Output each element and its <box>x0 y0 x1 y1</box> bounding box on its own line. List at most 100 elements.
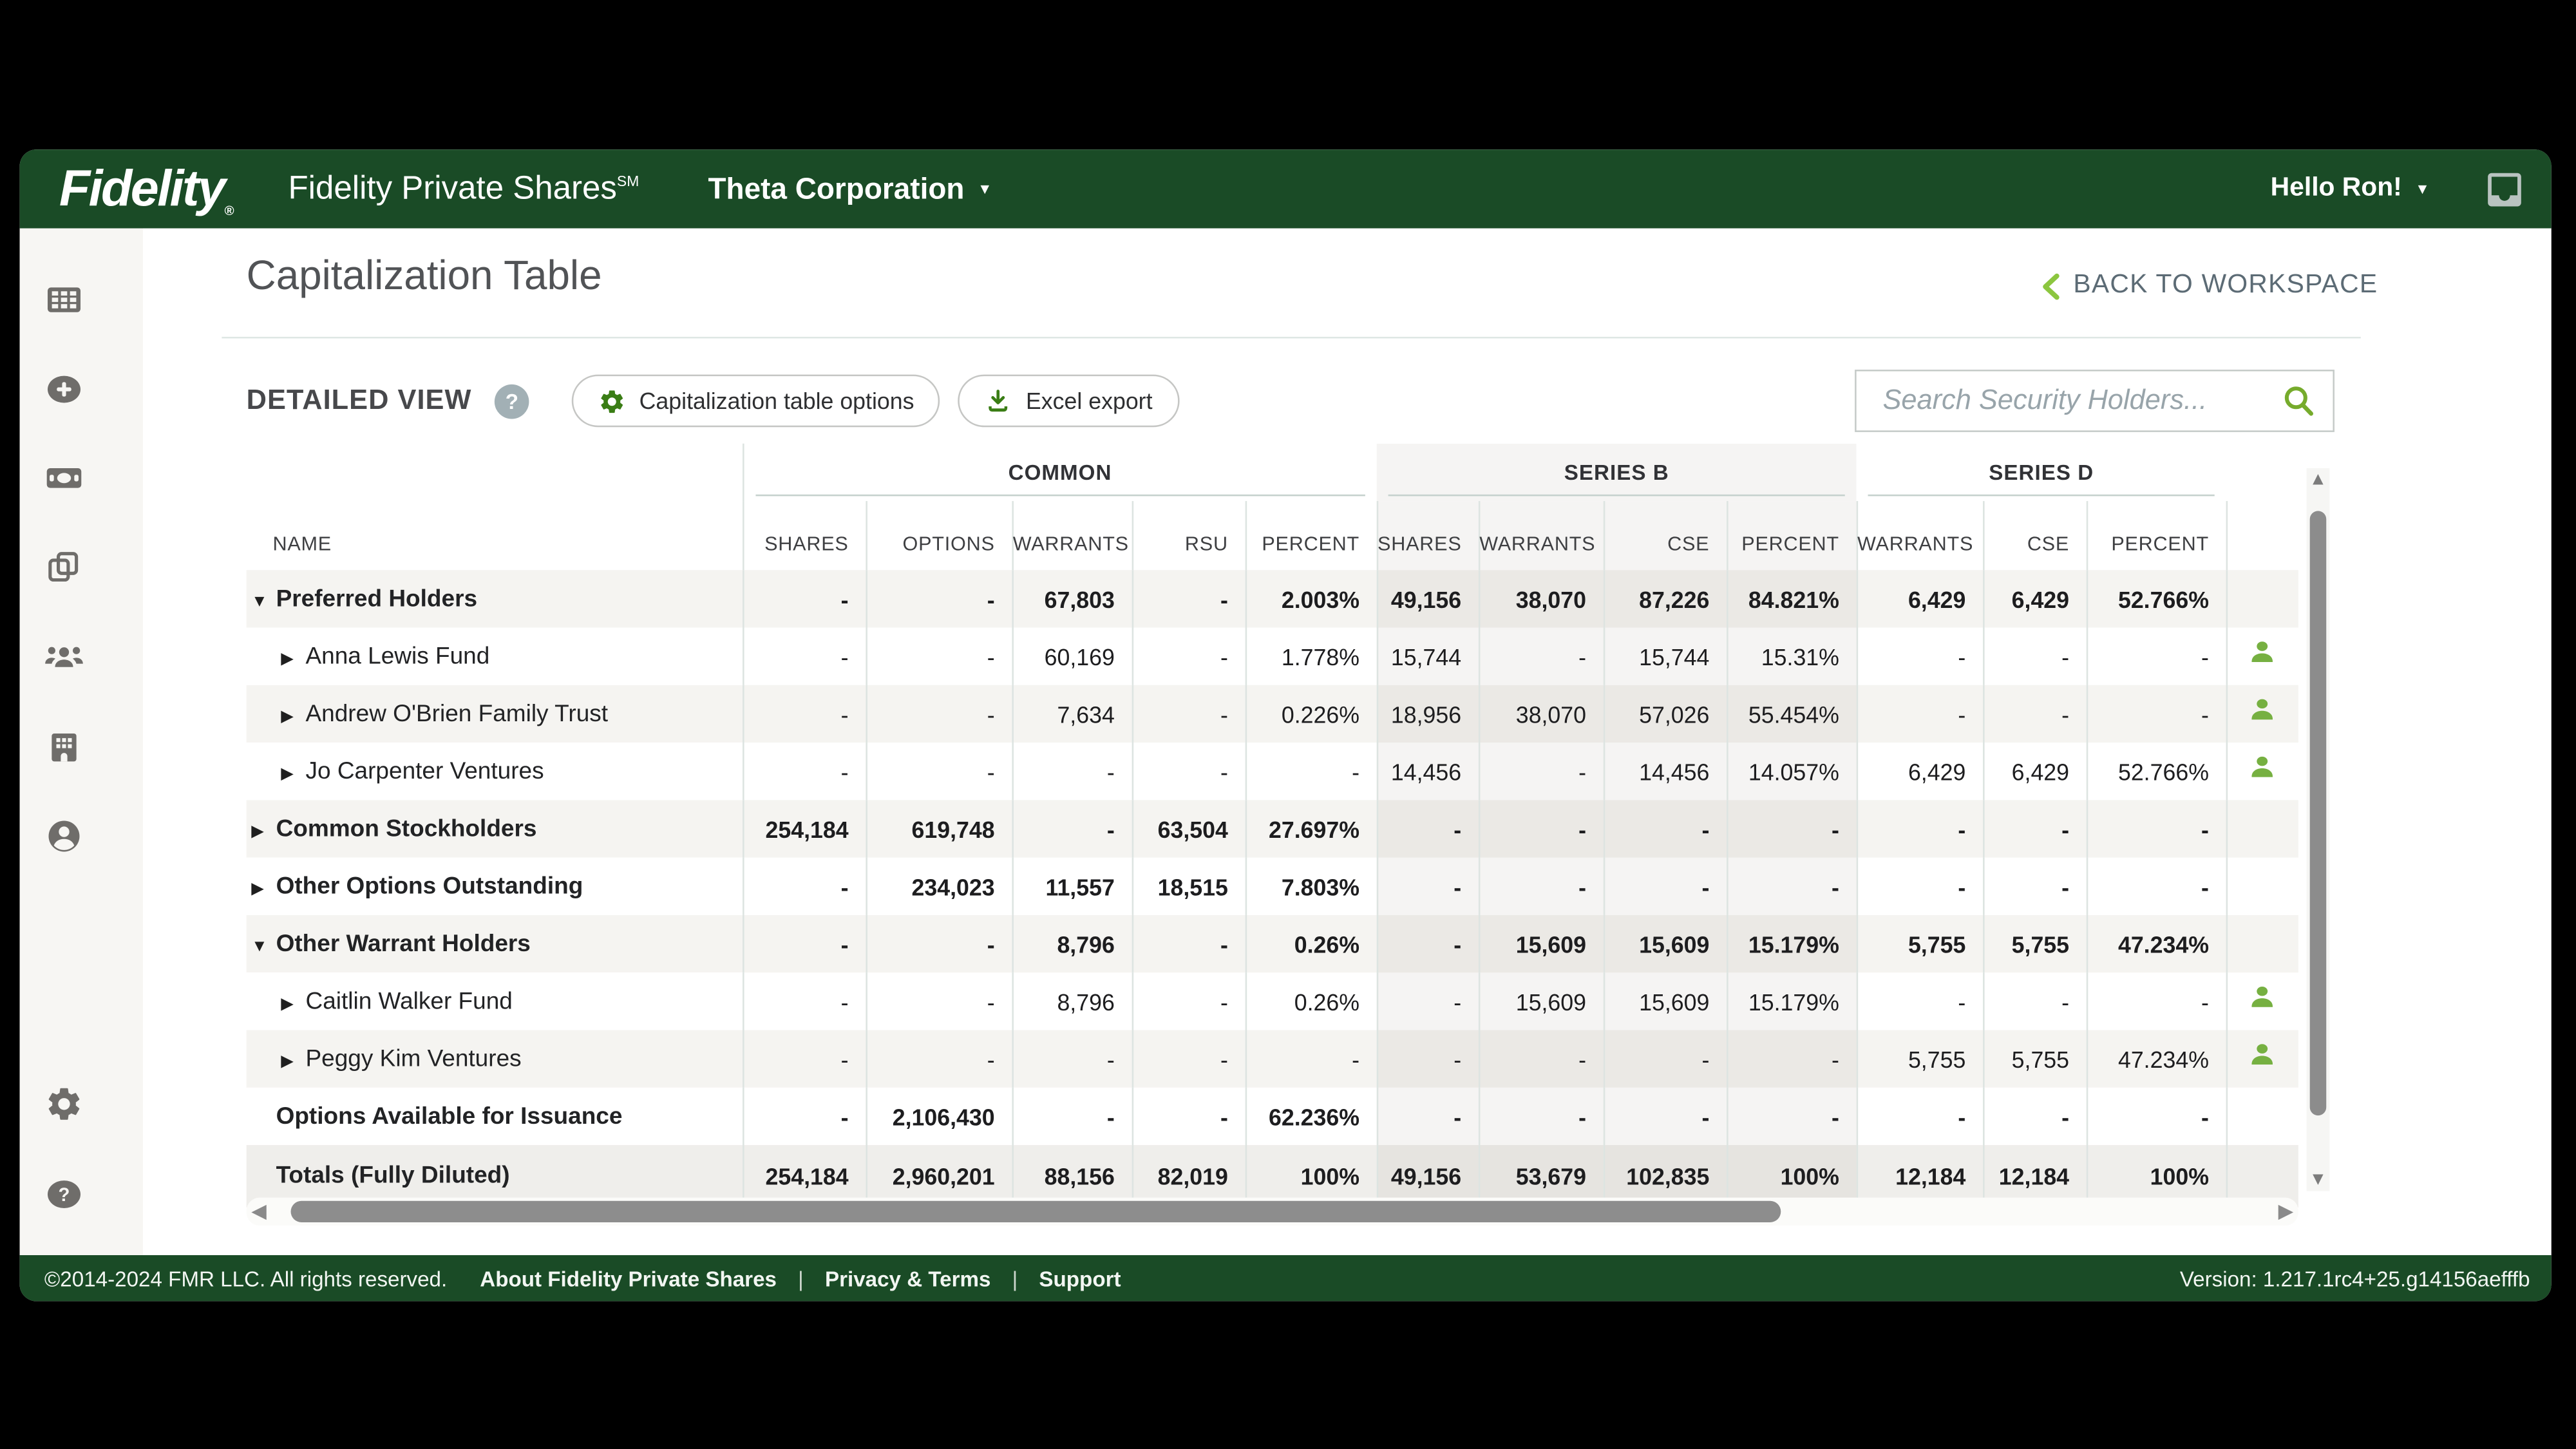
expand-arrow-icon[interactable]: ▶ <box>281 707 305 725</box>
value-cell: - <box>1132 743 1245 800</box>
value-cell: - <box>2087 685 2226 743</box>
row-name-label: Common Stockholders <box>276 816 537 842</box>
expand-arrow-icon[interactable]: ▶ <box>251 822 276 840</box>
cap-table-options-button[interactable]: Capitalization table options <box>572 375 940 428</box>
sidebar-item-building-icon[interactable] <box>43 726 85 769</box>
registered-mark: ® <box>224 204 232 218</box>
value-cell: 6,429 <box>1857 570 1983 627</box>
row-name-cell: ▶Options Available for Issuance <box>247 1088 743 1145</box>
value-cell: 15,609 <box>1479 972 1604 1030</box>
main-content: Capitalization Table BACK TO WORKSPACE D… <box>143 229 2552 1255</box>
value-cell: - <box>1604 800 1727 857</box>
user-menu[interactable]: Hello Ron! ▼ <box>2260 173 2439 205</box>
person-icon[interactable] <box>2248 752 2278 782</box>
search-icon[interactable] <box>2280 383 2316 419</box>
row-name-label: Preferred Holders <box>276 585 477 612</box>
column-header <box>2226 501 2298 570</box>
value-cell: - <box>1857 972 1983 1030</box>
holder-icon-cell <box>2226 1088 2298 1145</box>
separator: | <box>1012 1266 1018 1291</box>
value-cell: 15.31% <box>1727 627 1857 685</box>
vertical-scroll-thumb[interactable] <box>2310 511 2327 1115</box>
sidebar-item-copy-documents-icon[interactable] <box>43 545 85 588</box>
value-cell: - <box>1377 858 1479 915</box>
app-window: Fidelity® Fidelity Private SharesSM Thet… <box>20 149 2552 1301</box>
back-to-workspace-link[interactable]: BACK TO WORKSPACE <box>2042 271 2378 301</box>
collapse-arrow-icon[interactable]: ▼ <box>251 592 276 611</box>
column-header: WARRANTS <box>1857 501 1983 570</box>
value-cell: 15,609 <box>1479 915 1604 972</box>
sidebar-item-gear-icon[interactable] <box>43 1083 85 1125</box>
value-cell: - <box>1857 1088 1983 1145</box>
horizontal-scroll-thumb[interactable] <box>291 1201 1781 1222</box>
holder-icon-cell <box>2226 627 2298 685</box>
scroll-left-arrow-icon[interactable]: ◀ <box>251 1199 267 1224</box>
expand-arrow-icon[interactable]: ▶ <box>281 1052 305 1070</box>
value-cell: - <box>1727 858 1857 915</box>
holder-icon-cell <box>2226 858 2298 915</box>
value-cell: 0.26% <box>1245 915 1377 972</box>
column-header-row: NAMESHARESOPTIONSWARRANTSRSUPERCENTSHARE… <box>247 501 2298 570</box>
expand-arrow-icon[interactable]: ▶ <box>281 650 305 668</box>
value-cell: - <box>1377 800 1479 857</box>
sidebar-item-person-circle-icon[interactable] <box>43 815 85 857</box>
value-cell: 5,755 <box>1983 1030 2087 1087</box>
collapse-arrow-icon[interactable]: ▼ <box>251 937 276 955</box>
value-cell: 234,023 <box>866 858 1012 915</box>
help-icon[interactable]: ? <box>495 384 529 419</box>
version-text: Version: 1.217.1rc4+25.g14156aefffb <box>2180 1266 2530 1291</box>
value-cell: 6,429 <box>1857 743 1983 800</box>
holder-icon-cell <box>2226 972 2298 1030</box>
excel-export-button[interactable]: Excel export <box>958 375 1179 428</box>
expand-arrow-icon[interactable]: ▶ <box>281 764 305 782</box>
row-name-label: Peggy Kim Ventures <box>305 1046 521 1072</box>
holder-icon-cell <box>2226 1030 2298 1087</box>
holder-icon-cell <box>2226 743 2298 800</box>
value-cell: - <box>1132 685 1245 743</box>
value-cell: - <box>1012 800 1132 857</box>
group-header-row: COMMONSERIES BSERIES D <box>247 444 2298 501</box>
value-cell: 49,156 <box>1377 570 1479 627</box>
inbox-icon[interactable] <box>2483 167 2527 211</box>
value-cell: - <box>1132 1030 1245 1087</box>
sidebar-item-banknote-icon[interactable] <box>43 457 85 499</box>
value-cell: - <box>1479 1030 1604 1087</box>
value-cell: - <box>1377 1088 1479 1145</box>
footer-link-support[interactable]: Support <box>1039 1266 1121 1291</box>
person-icon[interactable] <box>2248 638 2278 667</box>
row-name-cell: ▶Common Stockholders <box>247 800 743 857</box>
holder-icon-cell <box>2226 685 2298 743</box>
cap-table: COMMONSERIES BSERIES DNAMESHARESOPTIONSW… <box>247 444 2298 1208</box>
person-icon[interactable] <box>2248 1040 2278 1070</box>
scroll-up-arrow-icon[interactable]: ▲ <box>2307 468 2330 491</box>
table-body: ▼Preferred Holders--67,803-2.003%49,1563… <box>247 570 2298 1208</box>
expand-arrow-icon[interactable]: ▶ <box>251 880 276 898</box>
value-cell: - <box>1132 972 1245 1030</box>
column-header: RSU <box>1132 501 1245 570</box>
sidebar-item-plus-circle-icon[interactable] <box>43 368 85 410</box>
value-cell: 5,755 <box>1857 1030 1983 1087</box>
table-row: ▶Caitlin Walker Fund--8,796-0.26%-15,609… <box>247 972 2298 1030</box>
sidebar-item-question-circle-icon[interactable]: ? <box>43 1173 85 1215</box>
value-cell: 619,748 <box>866 800 1012 857</box>
value-cell: 15,609 <box>1604 915 1727 972</box>
sidebar-item-people-group-icon[interactable] <box>43 634 85 677</box>
value-cell: - <box>866 570 1012 627</box>
footer-link-privacy[interactable]: Privacy & Terms <box>825 1266 990 1291</box>
company-selector[interactable]: Theta Corporation ▼ <box>698 170 1002 208</box>
person-icon[interactable] <box>2248 695 2278 724</box>
value-cell: - <box>1132 627 1245 685</box>
scroll-right-arrow-icon[interactable]: ▶ <box>2278 1199 2294 1224</box>
value-cell: 84.821% <box>1727 570 1857 627</box>
search-input[interactable] <box>1879 383 2280 419</box>
toolbar: DETAILED VIEW ? Capitalization table opt… <box>247 370 2334 432</box>
person-icon[interactable] <box>2248 982 2278 1012</box>
value-cell: - <box>743 858 866 915</box>
footer-link-about[interactable]: About Fidelity Private Shares <box>480 1266 777 1291</box>
table-row: ▼Preferred Holders--67,803-2.003%49,1563… <box>247 570 2298 627</box>
row-name-cell: ▶Andrew O'Brien Family Trust <box>247 685 743 743</box>
expand-arrow-icon[interactable]: ▶ <box>281 995 305 1013</box>
scroll-down-arrow-icon[interactable]: ▼ <box>2307 1168 2330 1191</box>
sidebar-item-table-grid-icon[interactable] <box>43 279 85 322</box>
chevron-left-icon <box>2042 272 2060 299</box>
